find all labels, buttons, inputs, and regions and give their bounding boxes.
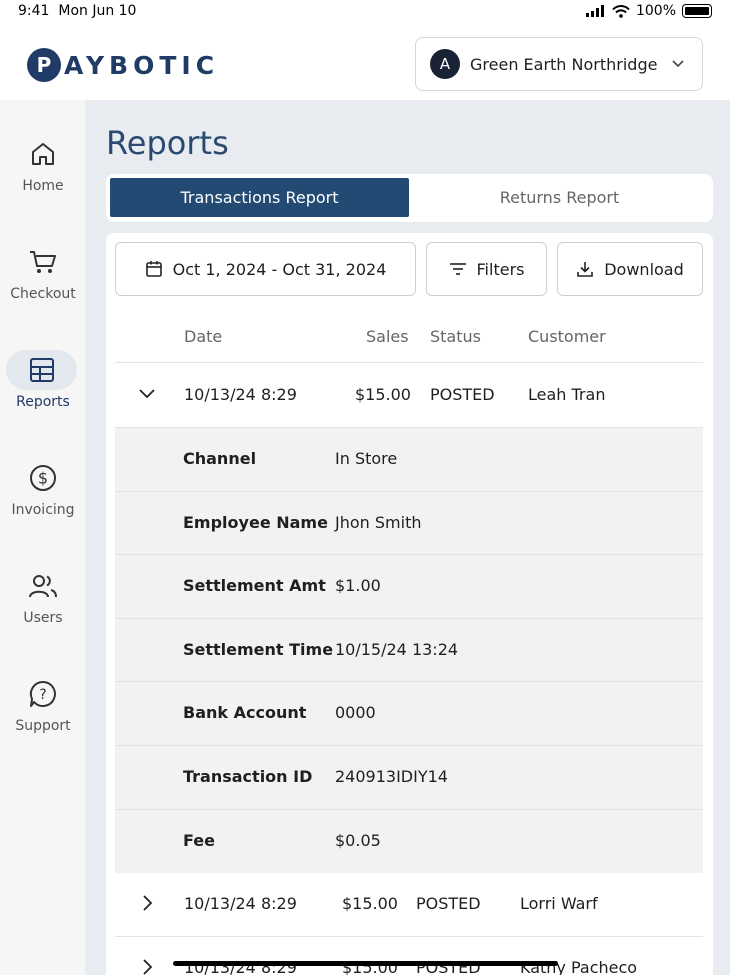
detail-label: Fee [183,830,215,850]
filters-label: Filters [476,259,525,279]
row-customer: Lorri Warf [520,894,598,913]
filters-button[interactable]: Filters [426,242,547,296]
chevron-right-icon[interactable] [137,893,157,913]
date-range-label: Oct 1, 2024 - Oct 31, 2024 [172,259,387,279]
home-indicator[interactable] [173,961,558,966]
detail-row-channel: Channel In Store [115,428,703,492]
status-indicators: 100% [585,3,712,19]
sidebar: Home Checkout Reports $ Invoicing Users … [0,100,86,975]
detail-value: 240913IDIY14 [335,767,448,786]
sidebar-item-users[interactable]: Users [0,566,86,656]
main-content: Reports Transactions Report Returns Repo… [86,100,730,975]
detail-row-bank-account: Bank Account 0000 [115,682,703,746]
row-sales: $15.00 [355,385,411,404]
detail-label: Bank Account [183,703,307,723]
battery-percent: 100% [635,3,676,19]
home-icon [23,134,63,174]
column-header-customer: Customer [528,327,606,346]
detail-label: Settlement Amt [183,576,326,596]
row-date: 10/13/24 8:29 [184,385,297,404]
detail-label: Transaction ID [183,767,313,786]
row-sales: $15.00 [342,894,398,913]
merchant-name: Green Earth Northridge [470,54,658,74]
logo-text: AYBOTIC [64,50,220,80]
cart-icon [23,242,63,282]
sidebar-item-invoicing[interactable]: $ Invoicing [0,458,86,548]
sidebar-item-label: Checkout [10,286,76,302]
calendar-icon [145,261,162,277]
sidebar-item-label: Reports [16,394,70,410]
sidebar-item-label: Invoicing [11,502,75,518]
detail-value: In Store [335,449,398,468]
chevron-down-icon[interactable] [137,384,157,404]
detail-row-settlement-time: Settlement Time 10/15/24 13:24 [115,619,703,683]
report-tabs: Transactions Report Returns Report [106,174,713,222]
table-row[interactable]: 10/13/24 8:29 $15.00 POSTED Kathy Pachec… [115,937,703,975]
column-header-sales: Sales [366,327,409,346]
row-customer: Leah Tran [528,385,606,404]
column-header-date: Date [184,327,223,346]
svg-text:?: ? [39,687,46,703]
sidebar-item-home[interactable]: Home [0,134,86,224]
signal-icon [585,5,604,17]
battery-icon [682,4,712,18]
page-title: Reports [106,124,229,162]
detail-label: Settlement Time [183,639,334,659]
help-icon: ? [23,674,63,714]
row-status: POSTED [430,385,495,404]
table-header: Date Sales Status Customer [115,319,703,363]
status-bar: 9:41 Mon Jun 10 100% [0,0,730,24]
detail-row-transaction-id: Transaction ID 240913IDIY14 [115,746,703,810]
sidebar-item-support[interactable]: ? Support [0,674,86,764]
chevron-right-icon[interactable] [137,957,157,975]
status-time: 9:41 Mon Jun 10 [18,3,137,19]
sidebar-item-reports[interactable]: Reports [0,350,86,440]
sidebar-item-label: Home [22,178,64,194]
row-details-panel: Channel In Store Employee Name Jhon Smit… [115,428,703,873]
paybotic-logo: P AYBOTIC [27,48,219,82]
detail-value: Jhon Smith [335,512,422,532]
sidebar-item-checkout[interactable]: Checkout [0,242,86,332]
sidebar-item-label: Users [23,610,63,626]
detail-label: Employee Name [183,512,328,532]
detail-value: 0000 [335,703,376,723]
detail-value: 10/15/24 13:24 [335,639,459,659]
dollar-icon: $ [23,458,63,498]
table-row[interactable]: 10/13/24 8:29 $15.00 POSTED Leah Tran [115,364,703,428]
logo-mark: P [27,48,61,82]
download-label: Download [604,259,684,279]
detail-row-employee-name: Employee Name Jhon Smith [115,492,703,556]
tab-returns-report[interactable]: Returns Report [410,178,709,217]
chevron-down-icon [672,60,684,68]
filter-icon [449,263,466,275]
detail-value: $0.05 [335,830,381,850]
column-header-status: Status [430,327,481,346]
download-icon [577,262,594,277]
table-row[interactable]: 10/13/24 8:29 $15.00 POSTED Lorri Warf [115,873,703,937]
users-icon [23,566,63,606]
detail-value: $1.00 [335,576,381,596]
tab-transactions-report[interactable]: Transactions Report [110,178,409,217]
sidebar-item-label: Support [15,718,71,734]
row-status: POSTED [416,894,481,913]
report-card: Oct 1, 2024 - Oct 31, 2024 Filters Downl… [106,233,713,975]
svg-text:$: $ [38,469,48,488]
detail-label: Channel [183,449,257,468]
wifi-icon [612,4,630,18]
app-header: P AYBOTIC A Green Earth Northridge [0,24,730,100]
avatar: A [430,49,460,79]
download-button[interactable]: Download [557,242,703,296]
merchant-selector[interactable]: A Green Earth Northridge [415,37,703,91]
detail-row-fee: Fee $0.05 [115,810,703,874]
date-range-button[interactable]: Oct 1, 2024 - Oct 31, 2024 [115,242,416,296]
table-icon [6,350,77,390]
detail-row-settlement-amt: Settlement Amt $1.00 [115,555,703,619]
row-date: 10/13/24 8:29 [184,894,297,913]
